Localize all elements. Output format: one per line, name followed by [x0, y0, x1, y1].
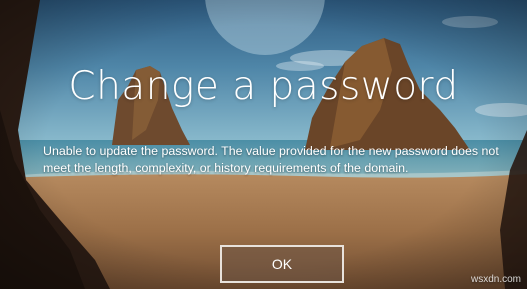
lock-screen: Change a password Unable to update the p…: [0, 0, 527, 289]
error-message: Unable to update the password. The value…: [43, 144, 499, 175]
watermark-text: wsxdn.com: [470, 274, 521, 285]
ok-button[interactable]: OK: [220, 245, 344, 283]
page-title: Change a password: [68, 64, 459, 109]
